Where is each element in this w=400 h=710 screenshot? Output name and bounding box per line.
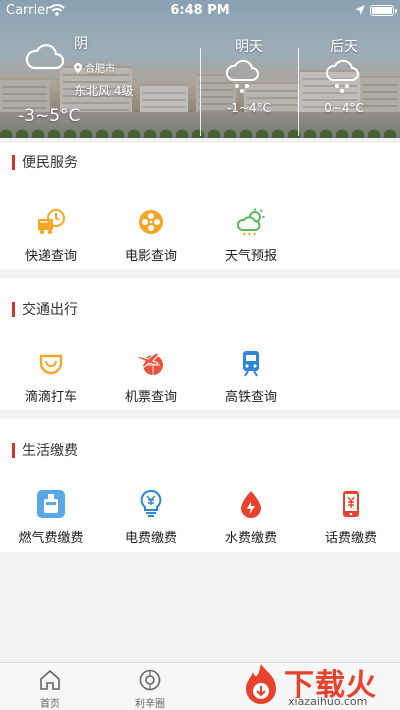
service-express-query[interactable]: 快递查询: [6, 207, 96, 264]
service-label: 话费缴费: [324, 531, 377, 546]
service-movie-query[interactable]: 电影查询: [106, 207, 196, 264]
service-label: 水费缴费: [224, 531, 277, 546]
service-weather-forecast[interactable]: 天气预报: [206, 207, 296, 264]
service-didi-taxi[interactable]: 滴滴打车: [6, 348, 96, 405]
didi-taxi-icon: [39, 354, 63, 375]
today-temperature: -3~5°C: [18, 106, 81, 126]
today-condition: 阴: [74, 36, 88, 52]
today-city: 合肥市: [85, 64, 115, 75]
service-high-speed-rail[interactable]: 高铁查询: [206, 348, 296, 405]
section-convenience-services: 便民服务 快递查询 电影查询 天气预报: [0, 143, 400, 269]
phone-bill-icon: [343, 491, 359, 517]
section-accent-bar: [12, 301, 15, 317]
service-label: 燃气费缴费: [18, 531, 84, 546]
location-pin-icon: [74, 63, 82, 73]
weather-forecast-icon: [236, 208, 265, 236]
service-label: 电费缴费: [124, 531, 177, 546]
snow-cloud-icon: [325, 59, 359, 93]
service-flight-query[interactable]: 机票查询: [106, 348, 196, 405]
status-bar: Carrier 6:48 PM: [0, 0, 400, 22]
film-reel-icon: [139, 210, 163, 234]
service-label: 高铁查询: [224, 390, 277, 405]
service-water-bill[interactable]: 水费缴费: [206, 489, 296, 546]
section-accent-bar: [12, 154, 15, 170]
airplane-ticket-icon: [137, 352, 163, 375]
service-label: 机票查询: [124, 390, 177, 405]
tomorrow-temperature: -1~4°C: [226, 101, 272, 115]
snow-cloud-icon: [225, 59, 259, 93]
tab-label: 首页: [40, 699, 60, 710]
section-title-text: 便民服务: [22, 155, 78, 171]
app-screen: Carrier 6:48 PM 阴 合肥市 东北风 4级 -3~5°C 明天 -…: [0, 0, 400, 710]
weather-divider: [298, 48, 299, 136]
section-title: 便民服务: [12, 153, 78, 171]
watermark-url: xiazaihuo.com: [288, 695, 368, 708]
watermark-logo: 下载火 xiazaihuo.com: [236, 658, 400, 710]
flame-logo-icon: [246, 664, 276, 704]
location-arrow-icon: [355, 5, 365, 15]
today-wind: 东北风 4级: [74, 84, 134, 98]
service-label: 快递查询: [24, 249, 77, 264]
section-title: 交通出行: [12, 300, 78, 318]
tab-home[interactable]: 首页: [25, 668, 75, 710]
section-title-text: 交通出行: [22, 302, 78, 318]
train-icon: [243, 351, 259, 377]
status-time: 6:48 PM: [170, 3, 230, 18]
gas-bill-icon: [37, 490, 65, 518]
weather-divider: [200, 48, 201, 136]
cloud-icon: [25, 44, 64, 70]
service-label: 滴滴打车: [24, 390, 77, 405]
service-label: 天气预报: [224, 249, 277, 264]
circle-community-icon: [139, 669, 161, 691]
tab-lixin-circle[interactable]: 利辛圈: [125, 668, 175, 710]
today-location: 合肥市: [74, 60, 115, 75]
service-gas-bill[interactable]: 燃气费缴费: [6, 489, 96, 546]
service-phone-bill[interactable]: 话费缴费: [306, 489, 396, 546]
tab-label: 利辛圈: [135, 699, 165, 710]
section-title: 生活缴费: [12, 441, 78, 459]
day-after-label: 后天: [330, 39, 358, 55]
day-after-temperature: 0~4°C: [324, 101, 364, 115]
service-electricity-bill[interactable]: 电费缴费: [106, 489, 196, 546]
tomorrow-label: 明天: [235, 39, 263, 55]
weather-header[interactable]: Carrier 6:48 PM 阴 合肥市 东北风 4级 -3~5°C 明天 -…: [0, 0, 400, 138]
battery-icon: [370, 5, 397, 16]
express-delivery-icon: [38, 209, 65, 235]
electricity-bill-icon: [140, 489, 162, 517]
section-title-text: 生活缴费: [22, 443, 78, 459]
water-bill-icon: [241, 491, 261, 518]
service-label: 电影查询: [124, 249, 177, 264]
section-transportation: 交通出行 滴滴打车 机票查询 高铁查询: [0, 278, 400, 410]
section-utility-payments: 生活缴费 燃气费缴费 电费缴费 水费缴费 话费缴费: [0, 419, 400, 552]
section-accent-bar: [12, 442, 15, 458]
home-icon: [40, 669, 60, 690]
